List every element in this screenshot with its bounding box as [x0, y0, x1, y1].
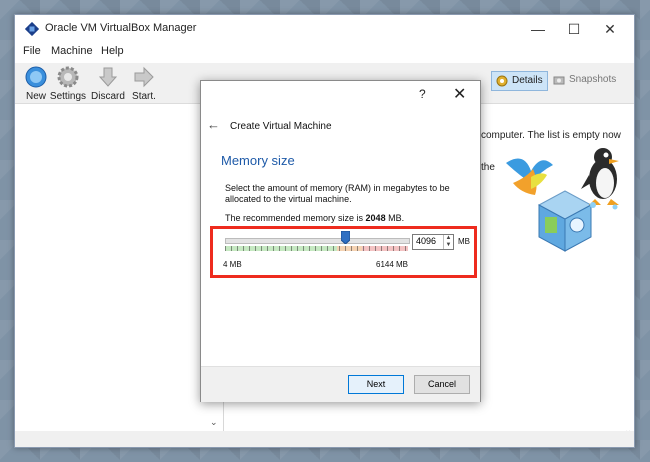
- details-button[interactable]: Details: [491, 71, 548, 91]
- create-vm-dialog: ? ✕ ← Create Virtual Machine Memory size…: [200, 80, 481, 402]
- start-arrow-icon: [134, 66, 154, 88]
- discard-arrow-icon: [98, 67, 118, 87]
- start-label: Start.: [132, 91, 156, 102]
- maximize-button[interactable]: ☐: [559, 19, 589, 39]
- new-icon: [25, 66, 47, 88]
- details-gear-icon: [496, 75, 508, 87]
- title-bar: Oracle VM VirtualBox Manager — ☐ ✕: [15, 15, 634, 43]
- snapshots-button[interactable]: Snapshots: [549, 71, 620, 89]
- welcome-text-line1: computer. The list is empty now: [481, 130, 621, 141]
- vm-list-pane[interactable]: ⌄: [19, 104, 224, 431]
- menu-help[interactable]: Help: [101, 45, 124, 57]
- welcome-text-line2: the: [481, 162, 495, 173]
- dialog-title: Create Virtual Machine: [230, 121, 332, 132]
- recommended-suffix: MB.: [385, 213, 405, 223]
- snapshots-label: Snapshots: [569, 74, 617, 85]
- dialog-footer: Next Cancel: [201, 366, 480, 402]
- recommended-value: 2048: [365, 213, 386, 223]
- details-label: Details: [512, 75, 543, 86]
- recommended-prefix: The recommended memory size is: [225, 213, 366, 223]
- minimize-button[interactable]: —: [523, 19, 553, 39]
- highlight-annotation-box: [210, 226, 477, 278]
- menu-machine[interactable]: Machine: [51, 45, 93, 57]
- virtualbox-icon: [25, 22, 39, 36]
- settings-gear-icon: [57, 66, 79, 88]
- menu-bar: File Machine Help: [15, 43, 634, 63]
- recommended-memory-text: The recommended memory size is 2048 MB.: [225, 213, 404, 223]
- window-title: Oracle VM VirtualBox Manager: [45, 22, 197, 34]
- page-heading: Memory size: [221, 153, 295, 168]
- start-button[interactable]: Start.: [123, 63, 165, 103]
- chevron-down-icon[interactable]: ⌄: [210, 417, 218, 428]
- next-button[interactable]: Next: [348, 375, 404, 394]
- memory-description: Select the amount of memory (RAM) in meg…: [225, 183, 450, 204]
- help-icon[interactable]: ?: [419, 87, 426, 101]
- close-icon[interactable]: ✕: [453, 84, 466, 104]
- close-window-button[interactable]: ✕: [595, 19, 625, 39]
- cancel-button[interactable]: Cancel: [414, 375, 470, 394]
- snapshots-camera-icon: [553, 76, 565, 85]
- back-arrow-icon[interactable]: ←: [207, 117, 220, 132]
- welcome-illustration: [506, 148, 619, 252]
- menu-file[interactable]: File: [23, 45, 41, 57]
- status-strip: [15, 431, 634, 447]
